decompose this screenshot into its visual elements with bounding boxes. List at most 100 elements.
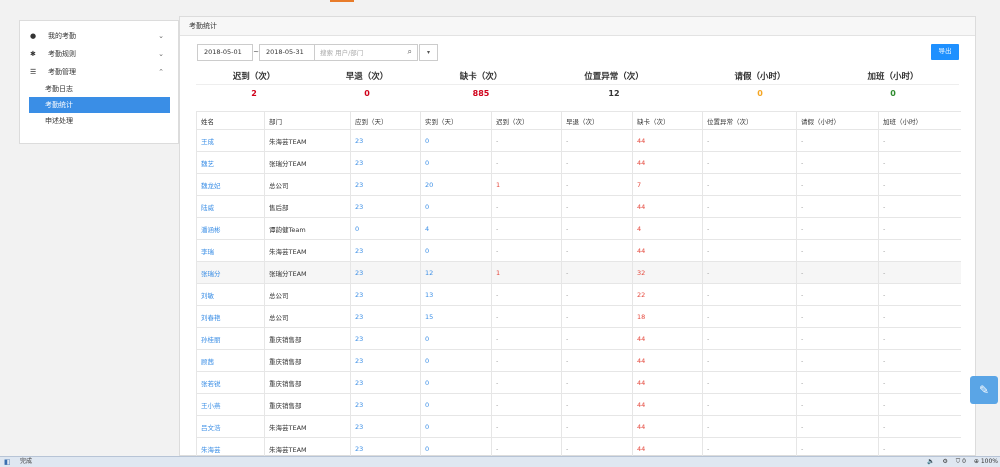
gear-icon: ✱	[30, 50, 36, 58]
edit-floating-button[interactable]: ✎	[970, 376, 998, 404]
search-input[interactable]	[315, 45, 401, 60]
sound-icon[interactable]: 🔈	[927, 458, 934, 465]
table-row[interactable]: 魏艺 张瑞分TEAM 23 0- -44- - -	[196, 151, 961, 174]
table-row[interactable]: 刘敏 总公司 23 13- -22- - -	[196, 283, 961, 306]
table-cell: 23	[350, 437, 421, 457]
table-cell: -	[491, 283, 562, 306]
table-cell: -	[561, 393, 633, 416]
table-cell: 0	[420, 437, 492, 457]
table-row[interactable]: 陆威 售后部 23 0- -44- - -	[196, 195, 961, 218]
column-header: 应到（天）	[350, 111, 421, 130]
table-cell: -	[702, 217, 797, 240]
table-cell: -	[796, 195, 879, 218]
table-row[interactable]: 刘春艳 总公司 23 15- -18- - -	[196, 305, 961, 328]
table-cell: -	[491, 393, 562, 416]
employee-name-link[interactable]: 魏艺	[196, 151, 265, 174]
table-row[interactable]: 魏龙妃 总公司 23 20 1-7- - -	[196, 173, 961, 196]
table-row[interactable]: 孙桂丽 重庆销售部 23 0- -44- - -	[196, 327, 961, 350]
employee-name-link[interactable]: 张若锐	[196, 371, 265, 394]
employee-name-link[interactable]: 李瑞	[196, 239, 265, 262]
employee-name-link[interactable]: 张瑞分	[196, 261, 265, 284]
search-icon[interactable]: ⌕	[408, 47, 412, 57]
table-cell: -	[561, 327, 633, 350]
table-cell: -	[878, 349, 961, 372]
table-cell: -	[796, 371, 879, 394]
stats-table-container[interactable]: 姓名 部门 应到（天） 实到（天） 迟到（次） 早退（次） 缺卡（次） 位置异常（次） 请假（小…	[196, 111, 961, 457]
table-cell: -	[878, 151, 961, 174]
table-cell: 总公司	[264, 173, 351, 196]
sidebar-item-attendance-rules[interactable]: ✱ 考勤规则 ⌄	[20, 45, 178, 63]
table-row[interactable]: 顾茜 重庆销售部 23 0- -44- - -	[196, 349, 961, 372]
employee-name-link[interactable]: 孙桂丽	[196, 327, 265, 350]
filter-dropdown-button[interactable]: ▾	[419, 44, 438, 61]
table-cell: 44	[632, 239, 703, 262]
table-row[interactable]: 李瑞 朱海芸TEAM 23 0- -44- - -	[196, 239, 961, 262]
summary-label: 加班（小时）	[867, 72, 919, 82]
start-date-input[interactable]: 2018-05-01	[197, 44, 253, 61]
table-cell: -	[561, 349, 633, 372]
employee-name-link[interactable]: 王成	[196, 129, 265, 152]
table-row[interactable]: 王小燕 重庆销售部 23 0- -44- - -	[196, 393, 961, 416]
settings-icon[interactable]: ⚙	[942, 458, 947, 465]
employee-name-link[interactable]: 顾茜	[196, 349, 265, 372]
table-cell: -	[878, 393, 961, 416]
column-header: 姓名	[196, 111, 265, 130]
table-cell: -	[702, 415, 797, 438]
table-cell: 总公司	[264, 305, 351, 328]
table-cell: -	[878, 415, 961, 438]
table-row[interactable]: 吕文浩 朱海芸TEAM 23 0- -44- - -	[196, 415, 961, 438]
shield-counter[interactable]: ⛉ 0	[956, 458, 966, 465]
summary-label: 请假（小时）	[734, 72, 786, 82]
column-header: 位置异常（次）	[702, 111, 797, 130]
table-cell: 重庆销售部	[264, 371, 351, 394]
zoom-level[interactable]: ⊕ 100%	[974, 458, 998, 465]
employee-name-link[interactable]: 魏龙妃	[196, 173, 265, 196]
employee-name-link[interactable]: 吕文浩	[196, 415, 265, 438]
sidebar-item-attendance-management[interactable]: ☰ 考勤管理 ⌃	[20, 63, 178, 81]
employee-name-link[interactable]: 王小燕	[196, 393, 265, 416]
chevron-up-icon: ⌃	[158, 68, 164, 76]
table-cell: 23	[350, 173, 421, 196]
top-accent	[330, 0, 354, 2]
table-row[interactable]: 张若锐 重庆销售部 23 0- -44- - -	[196, 371, 961, 394]
employee-name-link[interactable]: 朱海芸	[196, 437, 265, 457]
summary-label: 缺卡（次）	[459, 72, 503, 82]
table-cell: -	[491, 217, 562, 240]
employee-name-link[interactable]: 刘敏	[196, 283, 265, 306]
end-date-input[interactable]: 2018-05-31	[259, 44, 315, 61]
export-button[interactable]: 导出	[931, 44, 959, 60]
table-cell: -	[561, 173, 633, 196]
summary-late: 迟到（次） 2	[194, 70, 314, 102]
employee-name-link[interactable]: 刘春艳	[196, 305, 265, 328]
table-cell: 朱海芸TEAM	[264, 437, 351, 457]
sidebar-item-my-attendance[interactable]: ● 我的考勤 ⌄	[20, 27, 178, 45]
table-cell: -	[878, 327, 961, 350]
table-cell: -	[491, 151, 562, 174]
column-header: 部门	[264, 111, 351, 130]
table-cell: -	[702, 151, 797, 174]
employee-name-link[interactable]: 陆威	[196, 195, 265, 218]
chevron-down-icon: ⌄	[158, 50, 164, 58]
table-cell: -	[491, 349, 562, 372]
table-cell: -	[561, 151, 633, 174]
table-cell: -	[796, 415, 879, 438]
table-row[interactable]: 王成 朱海芸TEAM 23 0- -44- - -	[196, 129, 961, 152]
table-cell: -	[878, 195, 961, 218]
table-row[interactable]: 朱海芸 朱海芸TEAM 23 0- -44- - -	[196, 437, 961, 457]
table-cell: 23	[350, 283, 421, 306]
table-cell: -	[702, 283, 797, 306]
table-cell: -	[491, 415, 562, 438]
table-cell: 20	[420, 173, 492, 196]
table-cell: -	[878, 371, 961, 394]
top-border	[0, 0, 1000, 2]
table-row[interactable]: 潘涵彬 谭韵健Team 0 4- -4- - -	[196, 217, 961, 240]
table-cell: 15	[420, 305, 492, 328]
sidebar-subitem-attendance-log[interactable]: 考勤日志	[20, 81, 178, 97]
sidebar-subitem-appeal-handling[interactable]: 申述处理	[20, 113, 178, 129]
employee-name-link[interactable]: 潘涵彬	[196, 217, 265, 240]
table-cell: -	[796, 151, 879, 174]
summary-value: 12	[608, 89, 620, 98]
table-cell: 23	[350, 239, 421, 262]
table-row[interactable]: 张瑞分 张瑞分TEAM 23 12 1-32- - -	[196, 261, 961, 284]
sidebar-subitem-attendance-stats[interactable]: 考勤统计	[29, 97, 170, 113]
